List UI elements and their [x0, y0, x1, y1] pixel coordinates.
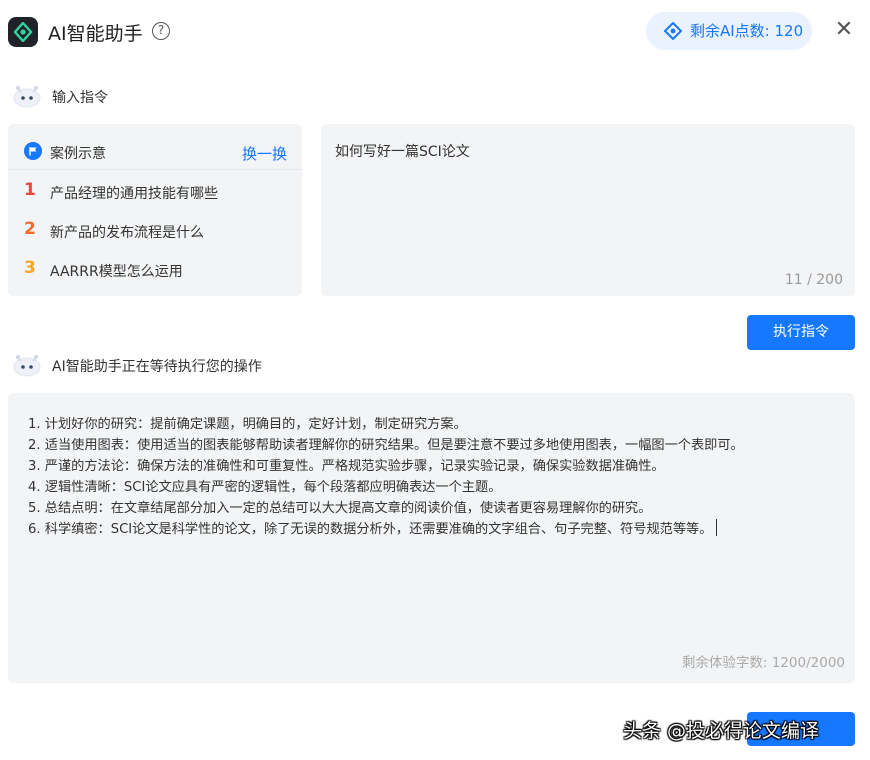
swap-examples-link[interactable]: 换一换: [242, 143, 287, 164]
example-item[interactable]: 2 新产品的发布流程是什么: [24, 219, 294, 243]
result-line: 4. 逻辑性清晰：SCI论文应具有严密的逻辑性，每个段落都应明确表达一个主题。: [28, 480, 502, 495]
remaining-chars: 剩余体验字数: 1200/2000: [681, 655, 845, 671]
help-icon[interactable]: ?: [152, 22, 170, 40]
examples-header: 案例示意 换一换: [8, 124, 302, 170]
result-line: 3. 严谨的方法论：确保方法的准确性和可重复性。严格规范实验步骤，记录实验记录，…: [28, 459, 665, 474]
examples-title: 案例示意: [50, 146, 106, 162]
status-label: AI智能助手正在等待执行您的操作: [52, 359, 262, 375]
result-line-last: 6. 科学缜密：SCI论文是科学性的论文，除了无误的数据分析外，还需要准确的文字…: [28, 518, 718, 537]
points-icon: [664, 22, 682, 40]
example-text: 新产品的发布流程是什么: [50, 225, 204, 241]
example-item[interactable]: 1 产品经理的通用技能有哪些: [24, 180, 294, 204]
close-icon[interactable]: ✕: [834, 19, 854, 41]
prompt-text: 如何写好一篇SCI论文: [335, 144, 470, 160]
input-section-label: 输入指令: [52, 90, 108, 106]
flag-icon: [24, 142, 42, 160]
example-number: 3: [24, 258, 36, 278]
result-line: 1. 计划好你的研究：提前确定课题，明确目的，定好计划，制定研究方案。: [28, 417, 467, 432]
app-title: AI智能助手: [48, 23, 143, 45]
example-number: 2: [24, 219, 36, 239]
robot-icon: [13, 86, 41, 108]
result-output[interactable]: 1. 计划好你的研究：提前确定课题，明确目的，定好计划，制定研究方案。 2. 适…: [8, 393, 855, 683]
example-item[interactable]: 3 AARRR模型怎么运用: [24, 258, 294, 282]
example-number: 1: [24, 180, 36, 200]
example-text: AARRR模型怎么运用: [50, 264, 183, 280]
text-cursor: [716, 519, 718, 536]
result-line: 2. 适当使用图表：使用适当的图表能够帮助读者理解你的研究结果。但是要注意不要过…: [28, 438, 744, 453]
result-line: 5. 总结点明：在文章结尾部分加入一定的总结可以大大提高文章的阅读价值，使读者更…: [28, 501, 652, 516]
examples-panel: 案例示意 换一换 1 产品经理的通用技能有哪些 2 新产品的发布流程是什么 3 …: [8, 124, 302, 296]
robot-icon: [13, 355, 41, 377]
watermark-text: 头条 @投必得论文编译: [623, 720, 820, 742]
example-text: 产品经理的通用技能有哪些: [50, 186, 218, 202]
ai-points-badge[interactable]: 剩余AI点数: 120: [646, 12, 812, 50]
prompt-char-count: 11 / 200: [784, 272, 843, 288]
app-logo-icon: [8, 17, 38, 47]
execute-button[interactable]: 执行指令: [747, 315, 855, 350]
result-line: 6. 科学缜密：SCI论文是科学性的论文，除了无误的数据分析外，还需要准确的文字…: [28, 522, 713, 537]
points-label: 剩余AI点数: 120: [690, 22, 804, 40]
header: AI智能助手 ? 剩余AI点数: 120 ✕: [0, 0, 870, 64]
prompt-input[interactable]: 如何写好一篇SCI论文 11 / 200: [321, 124, 855, 296]
